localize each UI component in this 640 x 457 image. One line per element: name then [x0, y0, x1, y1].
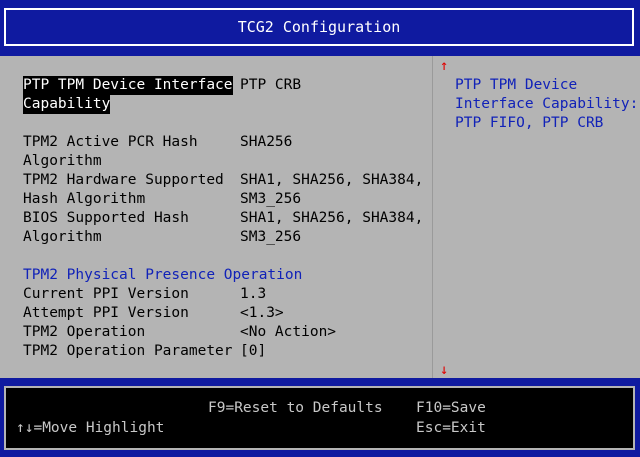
setting-pcr-label: TPM2 Active PCR Hash	[23, 134, 198, 150]
setting-ptp-label[interactable]: PTP TPM Device Interface	[23, 76, 233, 95]
setting-bios-label: BIOS Supported Hash	[23, 210, 189, 226]
setting-attempt-ppi-value[interactable]: <1.3>	[240, 304, 284, 323]
key-help-footer: F9=Reset to Defaults F10=Save ↑↓=Move Hi…	[4, 386, 635, 450]
setting-hw-value: SHA1, SHA256, SHA384,	[240, 172, 424, 188]
setting-attempt-ppi-label[interactable]: Attempt PPI Version	[23, 304, 189, 323]
setting-hw-label: TPM2 Hardware Supported	[23, 172, 224, 188]
key-hint-f9: F9=Reset to Defaults	[208, 400, 383, 416]
setting-operation-label[interactable]: TPM2 Operation	[23, 323, 145, 342]
section-heading-ppi: TPM2 Physical Presence Operation	[23, 267, 303, 283]
page-title: TCG2 Configuration	[237, 18, 401, 36]
setting-hw-value-cont: SM3_256	[240, 191, 302, 207]
setting-current-ppi-label: Current PPI Version	[23, 286, 189, 302]
setting-current-ppi-value: 1.3	[240, 286, 267, 302]
scroll-down-icon[interactable]: ↓	[440, 363, 448, 377]
scroll-up-icon[interactable]: ↑	[440, 59, 448, 73]
setting-param-label[interactable]: TPM2 Operation Parameter	[23, 342, 233, 361]
setting-pcr-label-cont: Algorithm	[23, 153, 102, 169]
help-text: PTP TPM Device Interface Capability: PTP…	[455, 77, 639, 131]
key-hint-esc: Esc=Exit	[416, 420, 486, 436]
setting-bios-value: SHA1, SHA256, SHA384,	[240, 210, 424, 226]
setting-ptp-value: PTP CRB	[240, 77, 302, 93]
key-hint-move: ↑↓=Move Highlight	[16, 420, 165, 436]
setting-bios-value-cont: SM3_256	[240, 229, 302, 245]
setting-pcr-value: SHA256	[240, 134, 293, 150]
setting-hw-label-cont: Hash Algorithm	[23, 191, 146, 207]
help-divider	[432, 56, 433, 378]
setting-param-value[interactable]: [0]	[240, 342, 266, 361]
setting-ptp-label-cont[interactable]: Capability	[23, 95, 111, 114]
setting-operation-value[interactable]: <No Action>	[240, 323, 336, 342]
title-bar: TCG2 Configuration	[4, 8, 634, 46]
key-hint-f10: F10=Save	[416, 400, 486, 416]
setting-bios-label-cont: Algorithm	[23, 229, 102, 245]
